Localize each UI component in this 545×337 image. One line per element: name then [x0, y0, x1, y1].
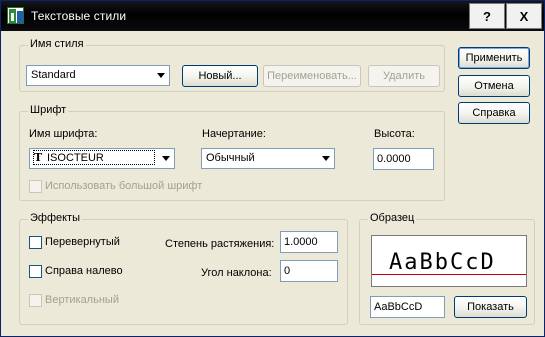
- show-preview-button[interactable]: Показать: [454, 296, 527, 318]
- chevron-down-icon: [322, 156, 330, 161]
- width-factor-input[interactable]: 1.0000: [280, 231, 338, 253]
- chevron-down-icon: [162, 156, 170, 161]
- font-style-dropdown[interactable]: Обычный: [201, 148, 335, 169]
- title-bar[interactable]: Текстовые стили ? X: [1, 1, 544, 31]
- width-factor-label: Степень растяжения:: [165, 238, 275, 250]
- upside-down-label: Перевернутый: [45, 236, 120, 248]
- bigfont-label: Использовать большой шрифт: [45, 180, 203, 192]
- style-name-value: Standard: [31, 69, 76, 81]
- help-title-button[interactable]: ?: [469, 3, 505, 29]
- style-name-dropdown[interactable]: Standard: [26, 65, 170, 86]
- preview-box: AaBbCcD: [371, 235, 527, 287]
- app-icon: [7, 7, 24, 24]
- chevron-down-icon: [157, 73, 165, 78]
- rename-style-button[interactable]: Переименовать...: [263, 65, 361, 87]
- font-name-label: Имя шрифта:: [29, 128, 98, 140]
- backwards-checkbox[interactable]: [29, 265, 42, 278]
- preview-text-input[interactable]: AaBbCcD: [370, 296, 445, 318]
- font-legend: Шрифт: [28, 104, 69, 116]
- height-label: Высота:: [374, 128, 415, 140]
- height-input[interactable]: 0.0000: [373, 148, 434, 170]
- preview-legend: Образец: [368, 212, 417, 224]
- delete-style-button[interactable]: Удалить: [368, 65, 440, 87]
- oblique-angle-value: 0: [284, 265, 291, 277]
- new-style-button[interactable]: Новый...: [182, 65, 258, 87]
- vertical-checkbox[interactable]: [29, 294, 42, 307]
- bigfont-checkbox[interactable]: [29, 180, 42, 193]
- preview-input-value: AaBbCcD: [374, 301, 423, 313]
- oblique-angle-label: Угол наклона:: [201, 267, 272, 279]
- vertical-label: Вертикальный: [45, 294, 119, 306]
- oblique-angle-input[interactable]: 0: [280, 260, 338, 282]
- upside-down-checkbox[interactable]: [29, 236, 42, 249]
- close-button[interactable]: X: [506, 3, 542, 29]
- help-button[interactable]: Справка: [458, 102, 530, 124]
- font-style-value: Обычный: [206, 152, 255, 164]
- style-name-legend: Имя стиля: [28, 38, 86, 50]
- window-title: Текстовые стили: [31, 9, 127, 23]
- font-style-label: Начертание:: [202, 128, 266, 140]
- font-name-focus-rect: [33, 150, 155, 165]
- height-value: 0.0000: [377, 153, 411, 165]
- cancel-button[interactable]: Отмена: [458, 75, 530, 97]
- backwards-label: Справа налево: [45, 265, 123, 277]
- effects-legend: Эффекты: [28, 212, 83, 224]
- width-factor-value: 1.0000: [284, 236, 318, 248]
- apply-button[interactable]: Применить: [458, 47, 530, 69]
- text-style-dialog: Текстовые стили ? X Имя стиля Standard Н…: [0, 0, 545, 337]
- preview-text: AaBbCcD: [389, 250, 496, 275]
- preview-baseline: [372, 274, 526, 275]
